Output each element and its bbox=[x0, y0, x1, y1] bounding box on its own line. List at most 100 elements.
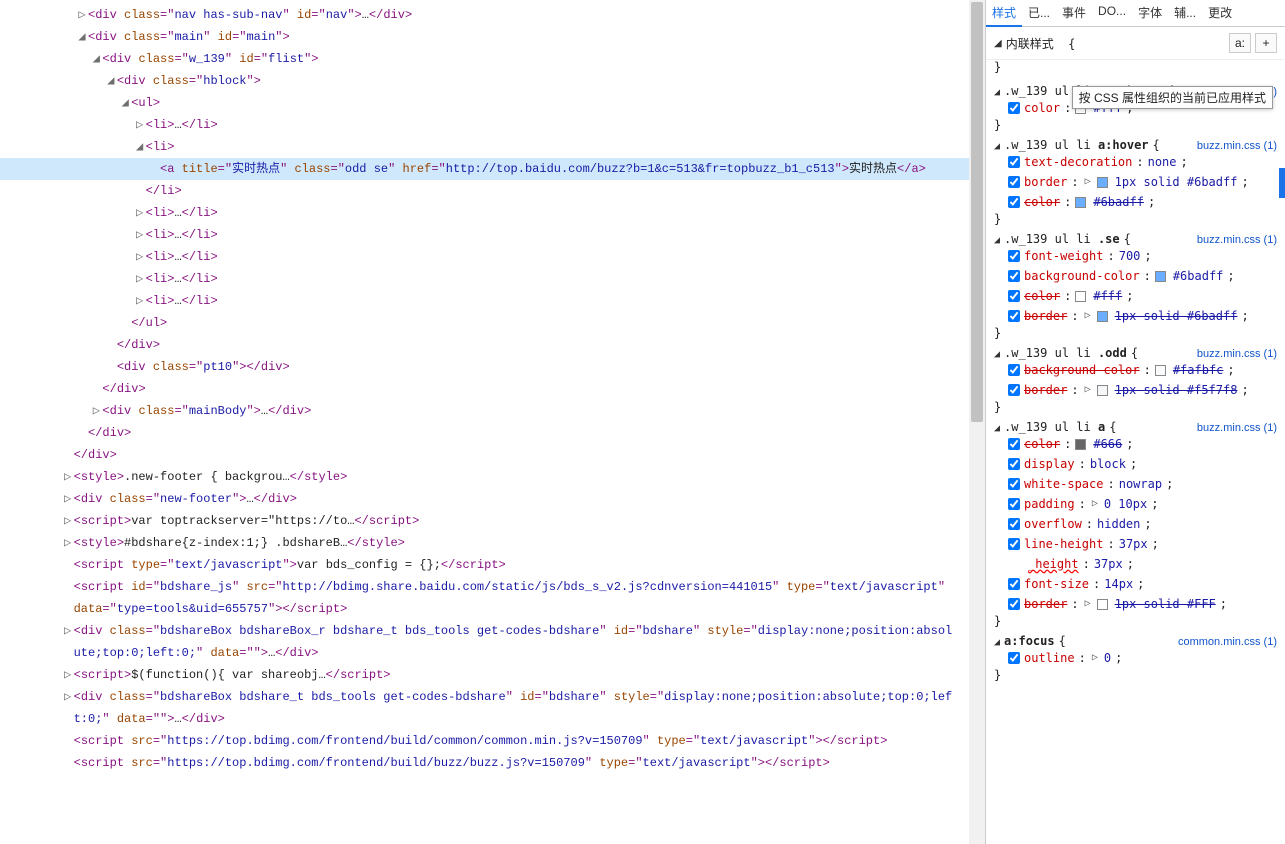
dom-line[interactable]: ▷<li>…</li> bbox=[0, 114, 985, 136]
chevron-down-icon[interactable]: ◢ bbox=[994, 349, 1000, 360]
chevron-right-icon[interactable]: ▷ bbox=[1085, 380, 1091, 400]
css-selector[interactable]: .w_139 ul li a:hover bbox=[1004, 138, 1149, 152]
dom-line[interactable]: ▷<li>…</li> bbox=[0, 224, 985, 246]
dom-line[interactable]: ▷<li>…</li> bbox=[0, 268, 985, 290]
expand-arrow-icon[interactable]: ▷ bbox=[62, 620, 74, 642]
dom-line[interactable]: t:0;" data="">…</div> bbox=[0, 708, 985, 730]
dom-line[interactable]: <script id="bdshare_js" src="http://bdim… bbox=[0, 576, 985, 598]
dom-line[interactable]: ▷<li>…</li> bbox=[0, 246, 985, 268]
css-prop-toggle[interactable] bbox=[1008, 102, 1020, 114]
color-swatch[interactable] bbox=[1097, 599, 1108, 610]
css-prop-toggle[interactable] bbox=[1008, 196, 1020, 208]
dom-line[interactable]: ◢<li> bbox=[0, 136, 985, 158]
expand-arrow-icon[interactable]: ▷ bbox=[134, 224, 146, 246]
dom-line[interactable]: ◢<div class="main" id="main"> bbox=[0, 26, 985, 48]
css-prop-toggle[interactable] bbox=[1008, 578, 1020, 590]
styles-tab-3[interactable]: DO... bbox=[1092, 0, 1132, 26]
chevron-down-icon[interactable]: ◢ bbox=[994, 87, 1000, 98]
css-selector[interactable]: .w_139 ul li a bbox=[1004, 420, 1105, 434]
dom-line[interactable]: <a title="实时热点" class="odd se" href="htt… bbox=[0, 158, 985, 180]
css-property[interactable]: border: ▷1px solid #f5f7f8; bbox=[1008, 380, 1277, 400]
styles-tab-2[interactable]: 事件 bbox=[1056, 0, 1092, 26]
css-prop-toggle[interactable] bbox=[1008, 290, 1020, 302]
css-property[interactable]: border: ▷1px solid #6badff; bbox=[1008, 306, 1277, 326]
css-property[interactable]: line-height: 37px; bbox=[1008, 534, 1277, 554]
dom-line[interactable]: <script src="https://top.bdimg.com/front… bbox=[0, 730, 985, 752]
chevron-down-icon[interactable]: ◢ bbox=[994, 235, 1000, 246]
dom-line[interactable]: <div class="pt10"></div> bbox=[0, 356, 985, 378]
color-swatch[interactable] bbox=[1075, 291, 1086, 302]
chevron-right-icon[interactable]: ▷ bbox=[1085, 306, 1091, 326]
chevron-right-icon[interactable]: ▷ bbox=[1085, 172, 1091, 192]
expand-arrow-icon[interactable]: ▷ bbox=[62, 686, 74, 708]
dom-line[interactable]: ▷<script>$(function(){ var shareobj…</sc… bbox=[0, 664, 985, 686]
expand-arrow-icon[interactable]: ◢ bbox=[76, 26, 88, 48]
css-source-link[interactable]: common.min.css (1) bbox=[1178, 636, 1277, 648]
expand-arrow-icon[interactable]: ▷ bbox=[134, 268, 146, 290]
css-property[interactable]: _height: 37px; bbox=[1008, 554, 1277, 574]
expand-arrow-icon[interactable]: ▷ bbox=[62, 510, 74, 532]
chevron-down-icon[interactable]: ◢ bbox=[994, 38, 1002, 49]
css-source-link[interactable]: buzz.min.css (1) bbox=[1197, 422, 1277, 434]
pseudo-classes-button[interactable]: a: bbox=[1229, 33, 1251, 53]
css-prop-toggle[interactable] bbox=[1008, 498, 1020, 510]
css-selector[interactable]: .w_139 ul li .odd bbox=[1004, 346, 1127, 360]
expand-arrow-icon[interactable]: ▷ bbox=[134, 246, 146, 268]
css-prop-toggle[interactable] bbox=[1008, 438, 1020, 450]
css-property[interactable]: white-space: nowrap; bbox=[1008, 474, 1277, 494]
expand-arrow-icon[interactable]: ◢ bbox=[90, 48, 102, 70]
color-swatch[interactable] bbox=[1097, 177, 1108, 188]
dom-line[interactable]: ▷<li>…</li> bbox=[0, 202, 985, 224]
css-source-link[interactable]: buzz.min.css (1) bbox=[1197, 234, 1277, 246]
css-property[interactable]: font-size: 14px; bbox=[1008, 574, 1277, 594]
color-swatch[interactable] bbox=[1075, 439, 1086, 450]
css-prop-toggle[interactable] bbox=[1008, 270, 1020, 282]
expand-arrow-icon[interactable]: ▷ bbox=[76, 4, 88, 26]
css-prop-toggle[interactable] bbox=[1008, 310, 1020, 322]
css-prop-toggle[interactable] bbox=[1008, 458, 1020, 470]
css-property[interactable]: color: #fff; bbox=[1008, 286, 1277, 306]
dom-line[interactable]: <script type="text/javascript">var bds_c… bbox=[0, 554, 985, 576]
expand-arrow-icon[interactable]: ▷ bbox=[134, 290, 146, 312]
css-property[interactable]: color: #6badff; bbox=[1008, 192, 1277, 212]
css-prop-toggle[interactable] bbox=[1008, 364, 1020, 376]
dom-line[interactable]: ▷<style>.new-footer { backgrou…</style> bbox=[0, 466, 985, 488]
styles-tab-5[interactable]: 辅... bbox=[1168, 0, 1202, 26]
css-prop-toggle[interactable] bbox=[1008, 598, 1020, 610]
dom-line[interactable]: ▷<div class="new-footer">…</div> bbox=[0, 488, 985, 510]
css-property[interactable]: display: block; bbox=[1008, 454, 1277, 474]
css-property[interactable]: overflow: hidden; bbox=[1008, 514, 1277, 534]
color-swatch[interactable] bbox=[1155, 365, 1166, 376]
dom-line[interactable]: </ul> bbox=[0, 312, 985, 334]
expand-arrow-icon[interactable]: ◢ bbox=[134, 136, 146, 158]
css-prop-toggle[interactable] bbox=[1008, 478, 1020, 490]
dom-line[interactable]: <script src="https://top.bdimg.com/front… bbox=[0, 752, 985, 774]
styles-tab-4[interactable]: 字体 bbox=[1132, 0, 1168, 26]
dom-line[interactable]: </li> bbox=[0, 180, 985, 202]
dom-line[interactable]: ◢<div class="w_139" id="flist"> bbox=[0, 48, 985, 70]
dom-line[interactable]: </div> bbox=[0, 444, 985, 466]
expand-arrow-icon[interactable]: ◢ bbox=[105, 70, 117, 92]
css-property[interactable]: background-color: #fafbfc; bbox=[1008, 360, 1277, 380]
dom-line[interactable]: ute;top:0;left:0;" data="">…</div> bbox=[0, 642, 985, 664]
css-property[interactable]: padding: ▷0 10px; bbox=[1008, 494, 1277, 514]
css-prop-toggle[interactable] bbox=[1008, 384, 1020, 396]
dom-line[interactable]: ▷<div class="bdshareBox bdshareBox_r bds… bbox=[0, 620, 985, 642]
expand-arrow-icon[interactable]: ▷ bbox=[134, 202, 146, 224]
css-selector[interactable]: .w_139 ul li .se bbox=[1004, 232, 1120, 246]
css-property[interactable]: outline: ▷0; bbox=[1008, 648, 1277, 668]
chevron-down-icon[interactable]: ◢ bbox=[994, 423, 1000, 434]
color-swatch[interactable] bbox=[1075, 197, 1086, 208]
expand-arrow-icon[interactable]: ◢ bbox=[119, 92, 131, 114]
css-selector[interactable]: a:focus bbox=[1004, 634, 1055, 648]
dom-scrollbar[interactable] bbox=[969, 0, 985, 844]
expand-arrow-icon[interactable]: ▷ bbox=[62, 532, 74, 554]
css-property[interactable]: border: ▷1px solid #FFF; bbox=[1008, 594, 1277, 614]
add-rule-button[interactable]: + bbox=[1255, 33, 1277, 53]
css-source-link[interactable]: buzz.min.css (1) bbox=[1197, 348, 1277, 360]
dom-line[interactable]: </div> bbox=[0, 334, 985, 356]
dom-line[interactable]: </div> bbox=[0, 422, 985, 444]
css-prop-toggle[interactable] bbox=[1008, 652, 1020, 664]
dom-tree[interactable]: ▷<div class="nav has-sub-nav" id="nav">…… bbox=[0, 0, 985, 794]
css-rules-list[interactable]: ◢.w_139 ul li .se:hover{buzz.min.css (1)… bbox=[986, 80, 1285, 844]
